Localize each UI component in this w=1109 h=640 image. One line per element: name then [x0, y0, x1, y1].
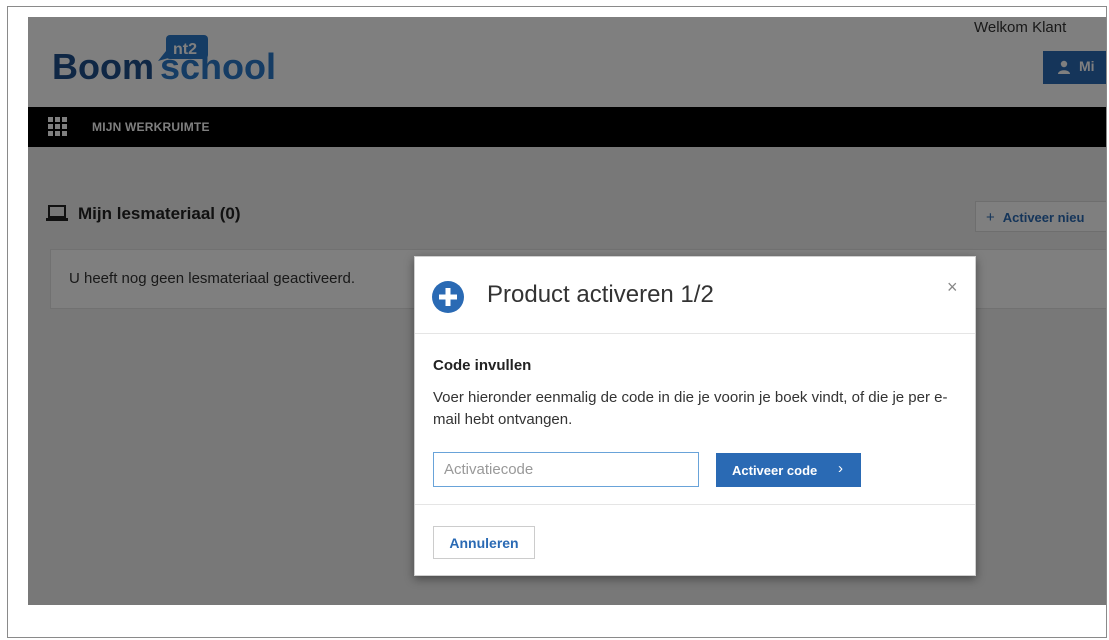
plus-circle-icon	[432, 281, 464, 313]
activate-code-button[interactable]: Activeer code ›	[716, 453, 861, 487]
code-heading: Code invullen	[433, 357, 532, 374]
activation-code-input[interactable]	[433, 452, 699, 487]
code-instructions: Voer hieronder eenmalig de code in die j…	[433, 389, 948, 428]
cancel-button[interactable]: Annuleren	[433, 526, 535, 559]
modal-header: Product activeren 1/2 ×	[415, 257, 975, 334]
chevron-right-icon: ›	[838, 460, 843, 477]
screenshot-frame: Boom nt2 school Welkom Klant Mi MIJN WER…	[7, 6, 1107, 638]
product-activation-modal: Product activeren 1/2 × Code invullen Vo…	[414, 256, 976, 576]
modal-title: Product activeren 1/2	[487, 281, 714, 308]
close-icon[interactable]: ×	[947, 277, 958, 298]
modal-footer: Annuleren	[415, 506, 975, 575]
activate-code-label: Activeer code	[732, 462, 818, 478]
modal-body: Code invullen Voer hieronder eenmalig de…	[415, 335, 975, 505]
